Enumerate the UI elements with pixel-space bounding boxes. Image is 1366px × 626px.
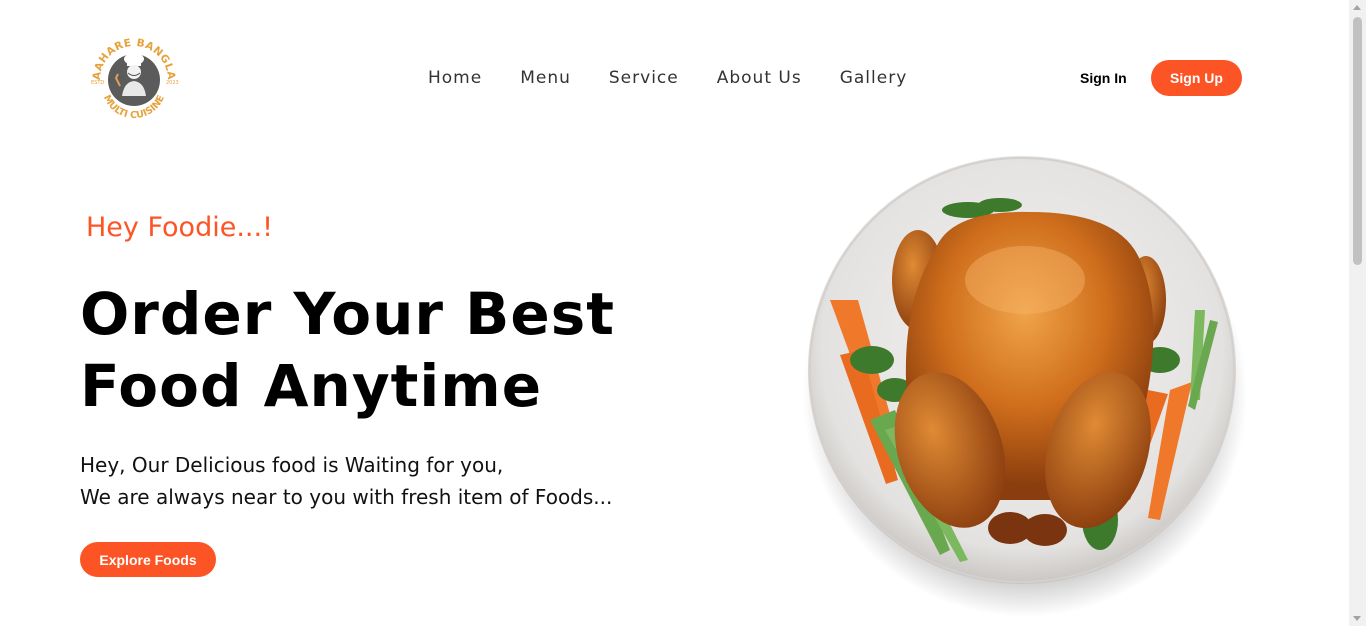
- hero-headline-line2: Food Anytime: [80, 352, 543, 420]
- hero-subtext: Hey, Our Delicious food is Waiting for y…: [80, 449, 720, 513]
- scroll-down-arrow-icon[interactable]: [1353, 616, 1361, 621]
- nav-item-menu[interactable]: Menu: [520, 66, 571, 90]
- explore-foods-button[interactable]: Explore Foods: [80, 542, 216, 577]
- scrollbar-thumb[interactable]: [1353, 17, 1362, 265]
- hero-headline: Order Your Best Food Anytime: [80, 278, 720, 422]
- sign-up-button[interactable]: Sign Up: [1151, 60, 1242, 96]
- scroll-up-arrow-icon[interactable]: [1353, 5, 1361, 10]
- roast-chicken-plate-image: [800, 150, 1250, 620]
- chef-logo-icon: AAHARE BANGLA ESTD 2023 MULTI CUISINE: [86, 32, 182, 128]
- nav-item-about-us[interactable]: About Us: [717, 66, 802, 90]
- sign-in-link[interactable]: Sign In: [1080, 68, 1127, 88]
- hero-subtext-line1: Hey, Our Delicious food is Waiting for y…: [80, 453, 504, 477]
- nav-item-gallery[interactable]: Gallery: [840, 66, 908, 90]
- main-nav: Home Menu Service About Us Gallery: [428, 66, 907, 90]
- landing-page: AAHARE BANGLA ESTD 2023 MULTI CUISINE Ho…: [0, 0, 1366, 626]
- hero-greeting: Hey Foodie...!: [86, 212, 273, 243]
- nav-item-home[interactable]: Home: [428, 66, 482, 90]
- hero-subtext-line2: We are always near to you with fresh ite…: [80, 485, 613, 509]
- brand-logo[interactable]: AAHARE BANGLA ESTD 2023 MULTI CUISINE: [80, 26, 188, 130]
- logo-right-tag: 2023: [166, 80, 179, 86]
- roast-chicken-icon: [892, 211, 1166, 546]
- hero-headline-line1: Order Your Best: [80, 280, 615, 348]
- page-scrollbar[interactable]: [1349, 0, 1366, 626]
- nav-item-service[interactable]: Service: [609, 66, 679, 90]
- logo-left-tag: ESTD: [91, 80, 104, 86]
